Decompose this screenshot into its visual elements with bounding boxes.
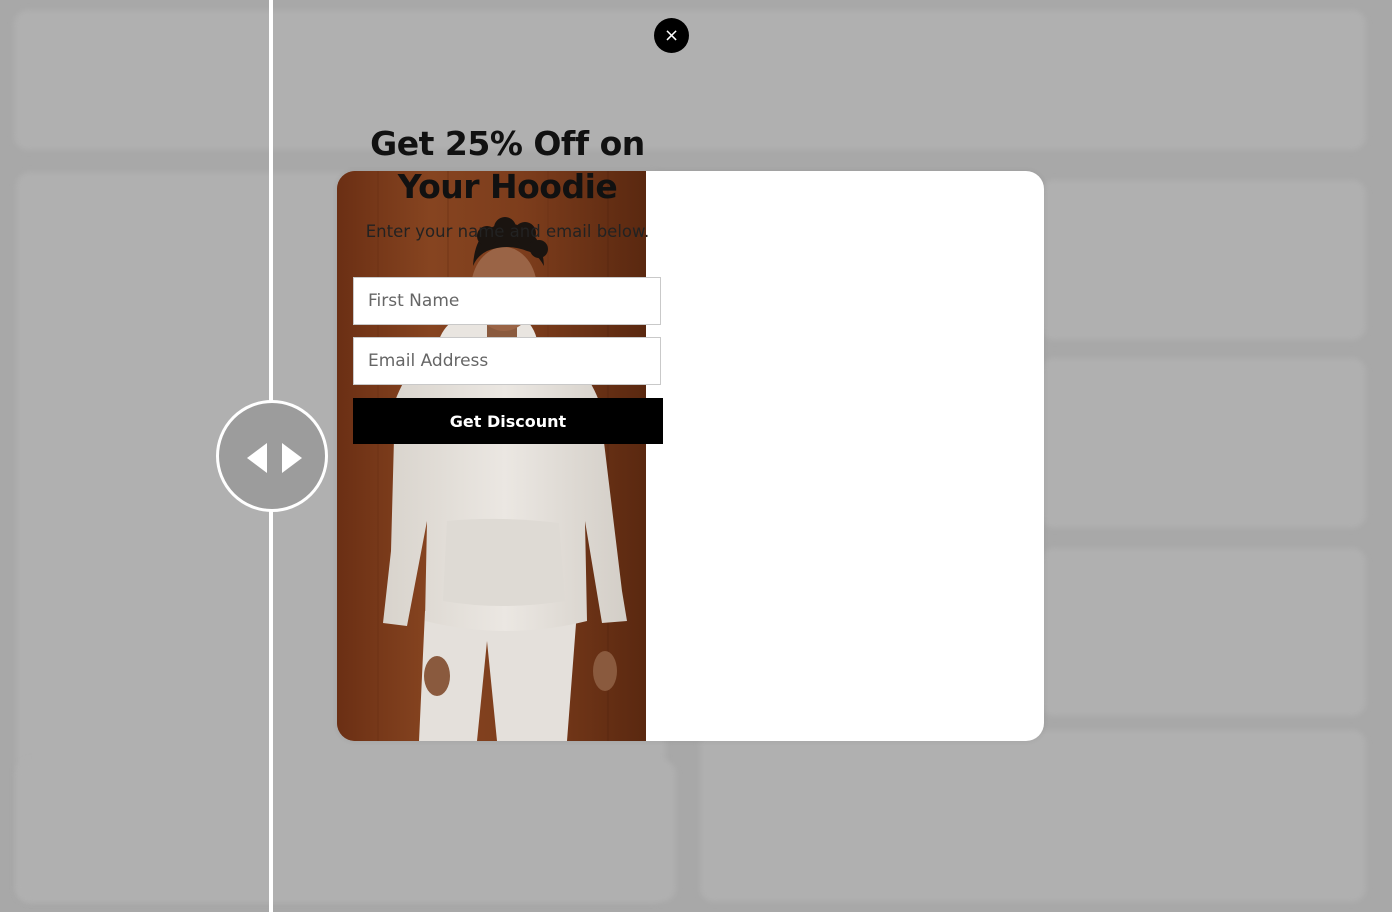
page-backdrop: × Get 25% Off on Your Hoodie Enter your …: [0, 0, 1392, 912]
comparison-slider-handle[interactable]: [216, 400, 328, 512]
popup-subtext: Enter your name and email below.: [365, 222, 650, 241]
email-input[interactable]: [353, 337, 661, 385]
model-illustration: [337, 171, 646, 741]
background-panel: [700, 730, 1366, 902]
close-button[interactable]: ×: [654, 18, 689, 53]
first-name-input[interactable]: [353, 277, 661, 325]
background-panel: [1040, 548, 1366, 716]
discount-popup: [337, 171, 1044, 741]
arrow-right-icon: [282, 443, 302, 473]
hoodie-model-photo: [337, 171, 646, 741]
get-discount-button[interactable]: Get Discount: [353, 398, 663, 444]
close-icon: ×: [663, 25, 680, 46]
popup-headline: Get 25% Off on Your Hoodie: [370, 124, 645, 206]
background-panel: [16, 760, 676, 902]
background-panel: [14, 10, 1366, 150]
background-panel: [1040, 358, 1366, 528]
background-panel: [1040, 180, 1366, 340]
popup-content: [646, 171, 1044, 741]
arrow-left-icon: [247, 443, 267, 473]
